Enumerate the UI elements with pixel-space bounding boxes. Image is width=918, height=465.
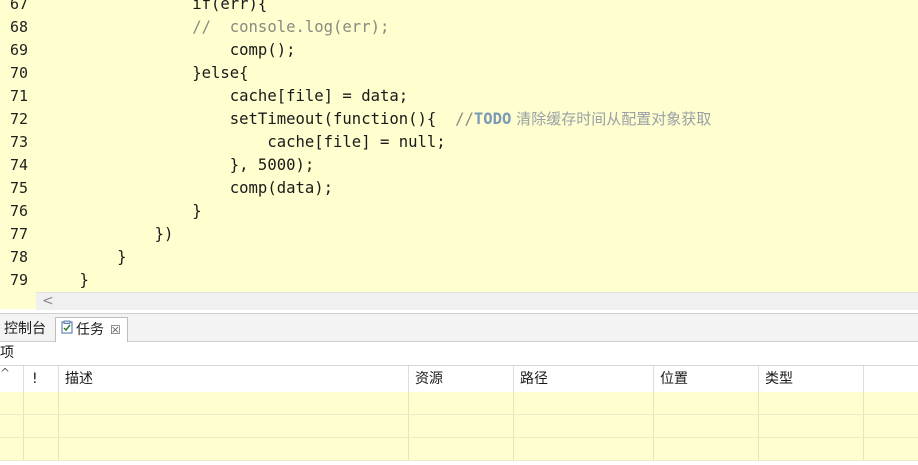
line-number: 72 — [9, 110, 28, 128]
column-header-location[interactable]: 位置 — [654, 366, 759, 392]
column-header-resource[interactable]: 资源 — [409, 366, 514, 392]
line-number: 79 — [9, 271, 28, 289]
sort-indicator-icon[interactable]: ^ — [0, 366, 24, 392]
tab-tasks[interactable]: 任务 ☒ — [55, 317, 128, 342]
code-line[interactable]: }else{ — [42, 62, 918, 85]
line-number: 77 — [9, 225, 28, 243]
line-number: 67 — [9, 0, 28, 13]
code-line[interactable]: } — [42, 269, 918, 292]
code-line[interactable]: cache[file] = data; — [42, 85, 918, 108]
close-icon[interactable]: ☒ — [110, 323, 121, 337]
code-line[interactable]: } — [42, 200, 918, 223]
line-number: 68 — [9, 18, 28, 36]
tasks-table: ^ ! 描述 资源 路径 位置 类型 — [0, 365, 918, 465]
line-number: 74 — [9, 156, 28, 174]
column-header-priority[interactable]: ! — [24, 366, 59, 392]
tab-console[interactable]: 控制台 — [0, 317, 50, 341]
tab-tasks-label: 任务 — [76, 322, 104, 338]
table-row[interactable] — [0, 415, 918, 438]
bottom-panel: 控制台 任务 ☒ 项 ^ ! 描述 资源 路径 位置 类型 — [0, 313, 918, 465]
table-header: ^ ! 描述 资源 路径 位置 类型 — [0, 365, 918, 393]
line-number: 70 — [9, 64, 28, 82]
line-number-gutter: 67 68 69 70 71 72 73 74 75 76 77 78 79 — [0, 0, 40, 292]
code-line[interactable]: cache[file] = null; — [42, 131, 918, 154]
line-number: 78 — [9, 248, 28, 266]
comment-prefix: // — [455, 110, 474, 128]
code-editor[interactable]: 67 68 69 70 71 72 73 74 75 76 77 78 79 i… — [0, 0, 918, 292]
gutter-filler — [0, 292, 36, 309]
table-row[interactable] — [0, 438, 918, 461]
tasks-clipboard-icon — [60, 318, 74, 342]
code-line-comment[interactable]: // console.log(err); — [42, 16, 918, 39]
code-line[interactable]: comp(data); — [42, 177, 918, 200]
todo-keyword: TODO — [473, 110, 512, 128]
code-text: setTimeout(function(){ — [42, 110, 456, 128]
code-line[interactable]: }) — [42, 223, 918, 246]
scroll-left-arrow-icon[interactable]: < — [42, 293, 54, 309]
column-header-description[interactable]: 描述 — [59, 366, 409, 392]
line-number: 73 — [9, 133, 28, 151]
code-line[interactable]: } — [42, 246, 918, 269]
line-number: 69 — [9, 41, 28, 59]
line-number: 75 — [9, 179, 28, 197]
table-row[interactable] — [0, 392, 918, 415]
view-tab-bar: 控制台 任务 ☒ — [0, 314, 918, 342]
code-line[interactable]: }, 5000); — [42, 154, 918, 177]
column-header-path[interactable]: 路径 — [514, 366, 654, 392]
horizontal-scrollbar[interactable]: < — [36, 292, 918, 310]
todo-comment-text: 清除缓存时间从配置对象获取 — [511, 110, 712, 128]
code-line[interactable]: if(err){ — [42, 0, 918, 16]
line-number: 76 — [9, 202, 28, 220]
code-line-todo[interactable]: setTimeout(function(){ //TODO 清除缓存时间从配置对… — [42, 108, 918, 131]
item-count-label: 项 — [0, 345, 14, 361]
code-line[interactable]: comp(); — [42, 39, 918, 62]
line-number: 71 — [9, 87, 28, 105]
column-header-type[interactable]: 类型 — [759, 366, 864, 392]
